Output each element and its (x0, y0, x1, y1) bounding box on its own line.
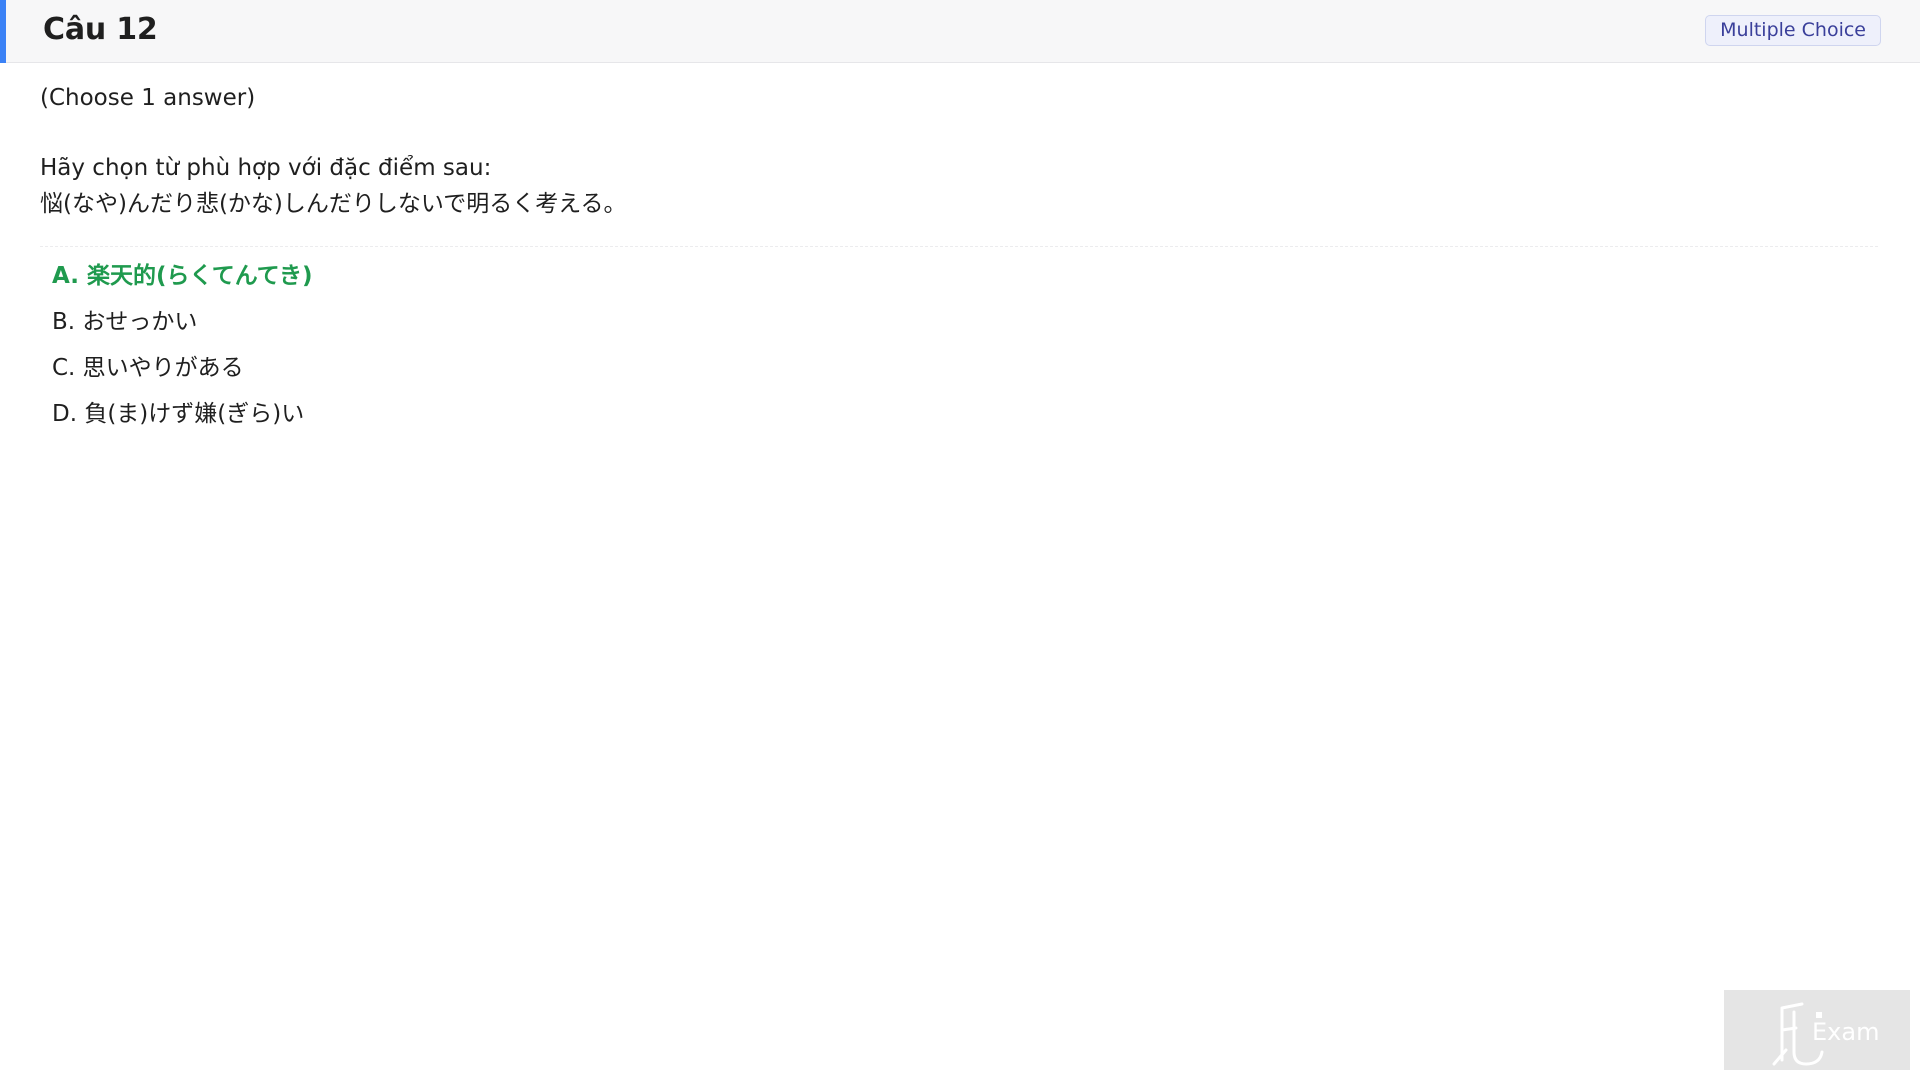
fu-exam-watermark: Exam (1724, 990, 1910, 1070)
answer-options: A. 楽天的(らくてんてき) B. おせっかい C. 思いやりがある D. 負(… (52, 258, 312, 442)
prompt-line-2: 悩(なや)んだり悲(かな)しんだりしないで明るく考える。 (40, 191, 627, 217)
question-body: (Choose 1 answer) Hãy chọn từ phù hợp vớ… (40, 80, 1880, 222)
question-prompt: Hãy chọn từ phù hợp với đặc điểm sau: 悩(… (40, 150, 1880, 222)
question-header: Câu 12 Multiple Choice (0, 0, 1920, 63)
question-title: Câu 12 (43, 12, 158, 47)
header-accent-bar (0, 0, 6, 63)
fu-logo-icon: Exam (1772, 1002, 1879, 1066)
option-a[interactable]: A. 楽天的(らくてんてき) (52, 258, 312, 304)
section-divider (40, 246, 1878, 247)
option-b[interactable]: B. おせっかい (52, 304, 312, 350)
prompt-line-1: Hãy chọn từ phù hợp với đặc điểm sau: (40, 155, 492, 181)
answer-instruction: (Choose 1 answer) (40, 85, 256, 111)
watermark-text: Exam (1812, 1018, 1879, 1046)
question-type-badge: Multiple Choice (1705, 15, 1881, 46)
option-c[interactable]: C. 思いやりがある (52, 350, 312, 396)
option-d[interactable]: D. 負(ま)けず嫌(ぎら)い (52, 396, 312, 442)
